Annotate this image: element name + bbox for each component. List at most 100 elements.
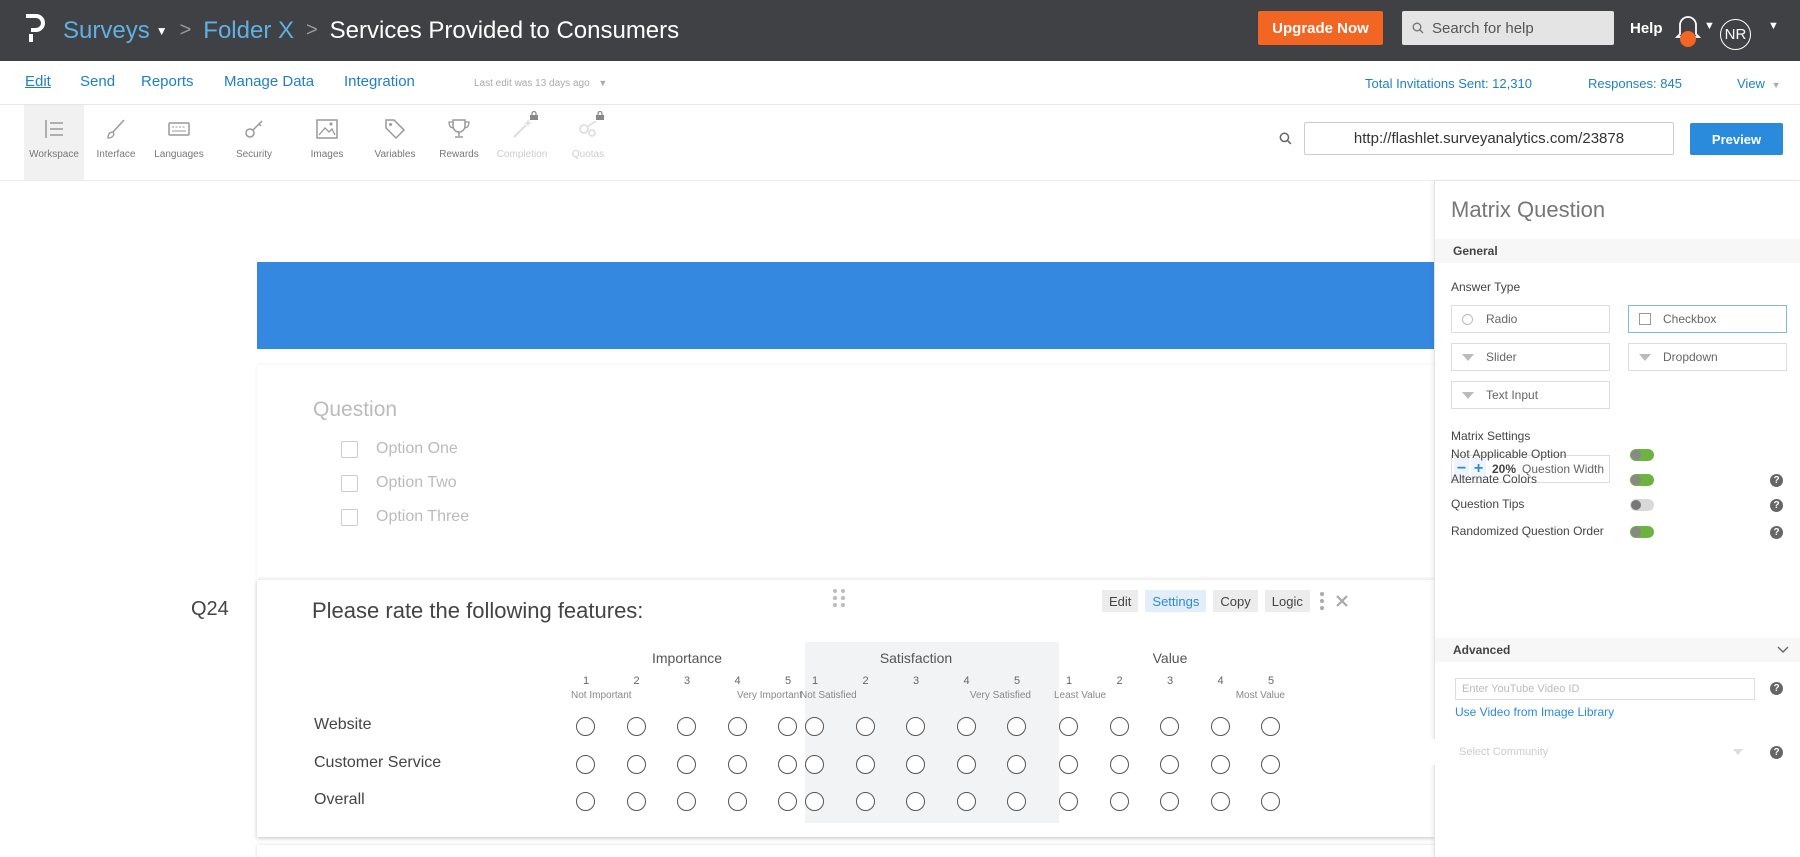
- matrix-radio[interactable]: [1160, 755, 1179, 774]
- matrix-radio[interactable]: [1007, 792, 1026, 811]
- matrix-radio[interactable]: [906, 792, 925, 811]
- answer-type-checkbox[interactable]: Checkbox: [1628, 305, 1787, 333]
- tool-images[interactable]: Images: [297, 105, 357, 180]
- question-copy-button[interactable]: Copy: [1213, 590, 1258, 612]
- toggle-switch[interactable]: [1630, 474, 1654, 486]
- search-help-input[interactable]: Search for help: [1402, 11, 1614, 45]
- general-section-header[interactable]: General: [1435, 239, 1800, 263]
- menu-edit[interactable]: Edit: [25, 73, 51, 90]
- matrix-radio[interactable]: [778, 755, 797, 774]
- matrix-radio[interactable]: [576, 717, 595, 736]
- matrix-radio[interactable]: [1261, 717, 1280, 736]
- matrix-radio[interactable]: [906, 717, 925, 736]
- more-options-icon[interactable]: [1319, 591, 1325, 611]
- surveys-caret-icon[interactable]: ▼: [156, 24, 168, 38]
- matrix-radio[interactable]: [576, 792, 595, 811]
- matrix-radio[interactable]: [1160, 792, 1179, 811]
- responses-count[interactable]: Responses: 845: [1588, 76, 1682, 91]
- matrix-radio[interactable]: [1059, 717, 1078, 736]
- answer-type-text-input[interactable]: Text Input: [1451, 381, 1610, 409]
- matrix-radio[interactable]: [677, 792, 696, 811]
- survey-url-field[interactable]: http://flashlet.surveyanalytics.com/2387…: [1304, 122, 1674, 155]
- tool-rewards[interactable]: Rewards: [429, 105, 489, 180]
- matrix-radio[interactable]: [626, 792, 646, 811]
- matrix-radio[interactable]: [626, 717, 646, 736]
- matrix-radio[interactable]: [855, 755, 875, 774]
- matrix-radio[interactable]: [1059, 792, 1078, 811]
- matrix-radio[interactable]: [626, 755, 646, 774]
- preview-button[interactable]: Preview: [1690, 123, 1783, 155]
- matrix-radio[interactable]: [1210, 755, 1230, 774]
- app-logo-icon[interactable]: [22, 12, 48, 46]
- breadcrumb-folder[interactable]: Folder X: [203, 17, 294, 45]
- matrix-radio[interactable]: [1007, 755, 1026, 774]
- help-icon[interactable]: ?: [1770, 499, 1783, 512]
- survey-header-banner[interactable]: [257, 262, 1435, 349]
- tool-security[interactable]: Security: [224, 105, 284, 180]
- advanced-section-header[interactable]: Advanced: [1435, 638, 1800, 662]
- matrix-radio[interactable]: [805, 792, 824, 811]
- question-logic-button[interactable]: Logic: [1264, 590, 1310, 612]
- select-community-dropdown[interactable]: Select Community: [1419, 739, 1755, 765]
- search-icon[interactable]: [1279, 132, 1292, 145]
- matrix-radio[interactable]: [1007, 717, 1026, 736]
- matrix-radio[interactable]: [677, 717, 696, 736]
- menu-reports[interactable]: Reports: [141, 73, 194, 90]
- tool-workspace[interactable]: Workspace: [24, 105, 84, 180]
- view-menu[interactable]: View ▼: [1737, 76, 1781, 91]
- avatar-caret-icon[interactable]: ▼: [1768, 20, 1779, 32]
- answer-type-dropdown[interactable]: Dropdown: [1628, 343, 1787, 371]
- matrix-radio[interactable]: [727, 792, 747, 811]
- tool-interface[interactable]: Interface: [86, 105, 146, 180]
- matrix-radio[interactable]: [1261, 792, 1280, 811]
- matrix-radio[interactable]: [805, 755, 824, 774]
- notification-caret-icon[interactable]: ▼: [1704, 20, 1715, 32]
- matrix-radio[interactable]: [727, 755, 747, 774]
- matrix-radio[interactable]: [576, 755, 595, 774]
- image-library-link[interactable]: Use Video from Image Library: [1455, 705, 1614, 719]
- matrix-radio[interactable]: [1210, 717, 1230, 736]
- matrix-radio[interactable]: [1160, 717, 1179, 736]
- matrix-radio[interactable]: [956, 792, 976, 811]
- matrix-radio[interactable]: [1210, 792, 1230, 811]
- toggle-switch[interactable]: [1630, 449, 1654, 461]
- answer-type-slider[interactable]: Slider: [1451, 343, 1610, 371]
- question-title[interactable]: Please rate the following features:: [312, 598, 643, 624]
- menu-send[interactable]: Send: [80, 73, 115, 90]
- tool-variables[interactable]: Variables: [365, 105, 425, 180]
- help-icon[interactable]: ?: [1770, 746, 1783, 759]
- toggle-switch[interactable]: [1630, 526, 1654, 538]
- answer-type-radio[interactable]: Radio: [1451, 305, 1610, 333]
- help-icon[interactable]: ?: [1770, 474, 1783, 487]
- breadcrumb-surveys[interactable]: Surveys: [63, 17, 150, 45]
- matrix-radio[interactable]: [778, 717, 797, 736]
- matrix-radio[interactable]: [677, 755, 696, 774]
- next-question-card[interactable]: [257, 845, 1435, 857]
- help-link[interactable]: Help: [1630, 20, 1663, 37]
- matrix-radio[interactable]: [1261, 755, 1280, 774]
- menu-integration[interactable]: Integration: [344, 73, 415, 90]
- upgrade-now-button[interactable]: Upgrade Now: [1258, 11, 1383, 45]
- last-edit-info[interactable]: Last edit was 13 days ago ▼: [474, 78, 607, 89]
- tool-languages[interactable]: Languages: [149, 105, 209, 180]
- matrix-radio[interactable]: [906, 755, 925, 774]
- matrix-radio[interactable]: [1109, 717, 1129, 736]
- close-icon[interactable]: [1335, 594, 1349, 608]
- matrix-radio[interactable]: [956, 755, 976, 774]
- matrix-radio[interactable]: [805, 717, 824, 736]
- matrix-radio[interactable]: [727, 717, 747, 736]
- drag-handle-icon[interactable]: [832, 588, 846, 608]
- help-icon[interactable]: ?: [1770, 682, 1783, 695]
- matrix-radio[interactable]: [855, 792, 875, 811]
- tool-quotas[interactable]: Quotas: [558, 105, 618, 180]
- toggle-switch[interactable]: [1630, 499, 1654, 511]
- tool-completion[interactable]: Completion: [492, 105, 552, 180]
- matrix-radio[interactable]: [1109, 755, 1129, 774]
- help-icon[interactable]: ?: [1770, 526, 1783, 539]
- avatar[interactable]: NR: [1720, 19, 1751, 50]
- matrix-radio[interactable]: [1059, 755, 1078, 774]
- matrix-radio[interactable]: [855, 717, 875, 736]
- youtube-video-id-input[interactable]: Enter YouTube Video ID: [1455, 678, 1755, 700]
- question-edit-button[interactable]: Edit: [1102, 590, 1139, 612]
- matrix-radio[interactable]: [956, 717, 976, 736]
